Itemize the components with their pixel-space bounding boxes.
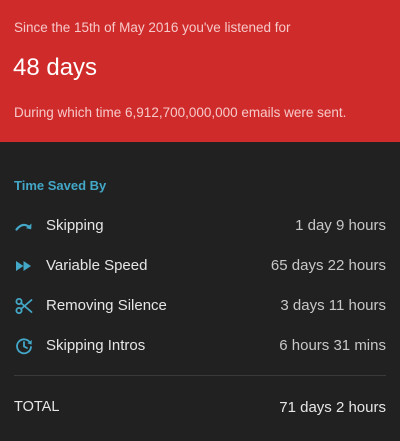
time-saved-label: Skipping Intros	[46, 337, 146, 354]
time-saved-value: 6 hours 31 mins	[279, 337, 386, 354]
total-value: 71 days 2 hours	[279, 399, 386, 416]
time-saved-row-skipping-intros: Skipping Intros 6 hours 31 mins	[0, 334, 400, 358]
scissors-icon	[14, 296, 34, 316]
fast-forward-icon	[14, 256, 34, 276]
time-saved-label: Variable Speed	[46, 257, 148, 274]
total-label: TOTAL	[14, 399, 60, 415]
time-saved-title: Time Saved By	[14, 178, 107, 193]
time-saved-row-removing-silence: Removing Silence 3 days 11 hours	[0, 294, 400, 318]
time-saved-value: 1 day 9 hours	[295, 217, 386, 234]
time-saved-row-skipping: Skipping 1 day 9 hours	[0, 214, 400, 238]
since-text: Since the 15th of May 2016 you've listen…	[14, 20, 291, 35]
time-saved-label: Removing Silence	[46, 297, 167, 314]
stats-header: Since the 15th of May 2016 you've listen…	[0, 0, 400, 142]
skip-arrow-icon	[14, 216, 34, 236]
total-divider	[14, 375, 386, 376]
time-saved-value: 65 days 22 hours	[270, 257, 386, 274]
listened-duration: 48 days	[13, 54, 98, 81]
time-saved-label: Skipping	[46, 217, 104, 234]
time-saved-row-variable-speed: Variable Speed 65 days 22 hours	[0, 254, 400, 278]
time-saved-value: 3 days 11 hours	[280, 297, 386, 314]
emails-sent-text: During which time 6,912,700,000,000 emai…	[14, 105, 347, 120]
skip-intro-clock-icon	[14, 336, 34, 356]
time-saved-section: Time Saved By Skipping 1 day 9 hours Var…	[0, 142, 400, 441]
